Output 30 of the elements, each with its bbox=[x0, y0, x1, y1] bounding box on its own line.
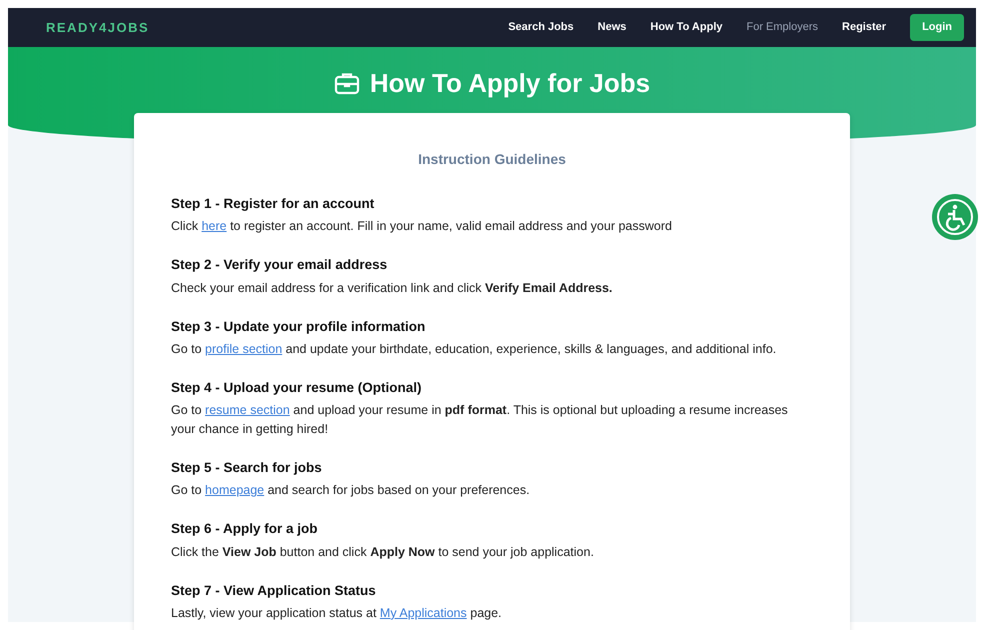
text-link[interactable]: profile section bbox=[205, 342, 282, 356]
step-description: Go to profile section and update your birthdate, education, experience, skills & languages, and additional info. bbox=[171, 340, 778, 358]
step-title: Step 1 - Register for an account bbox=[171, 195, 376, 213]
card-heading: Instruction Guidelines bbox=[417, 150, 567, 169]
step-title: Step 3 - Update your profile information bbox=[171, 318, 426, 336]
step-title: Step 6 - Apply for a job bbox=[171, 520, 319, 538]
nav-link[interactable]: How To Apply bbox=[650, 19, 722, 36]
step-title: Step 2 - Verify your email address bbox=[171, 256, 388, 274]
step-description: Click here to register an account. Fill in your name, valid email address and your password bbox=[171, 218, 673, 236]
step-description: Check your email address for a verification link and click Verify Email Address. bbox=[171, 280, 614, 297]
text-link[interactable]: here bbox=[202, 219, 227, 234]
step-title: Step 7 - View Application Status bbox=[171, 582, 377, 600]
nav-link[interactable]: News bbox=[598, 19, 626, 36]
nav-link[interactable]: Search Jobs bbox=[508, 19, 574, 36]
step-title: Step 4 - Upload your resume (Optional) bbox=[171, 378, 423, 397]
page-title: How To Apply for Jobs bbox=[370, 66, 650, 100]
accessibility-button[interactable] bbox=[932, 194, 978, 240]
step-description: Lastly, view your application status at My Applications page. bbox=[171, 604, 503, 622]
text-link[interactable]: My Applications bbox=[380, 606, 467, 620]
text-link[interactable]: resume section bbox=[205, 403, 290, 417]
logo[interactable]: READY4JOBS bbox=[46, 18, 150, 38]
step-description: Go to resume section and upload your resume in pdf format. This is optional but uploading a resume increases your chance in getting hired! bbox=[171, 402, 789, 438]
step-title: Step 5 - Search for jobs bbox=[171, 459, 323, 477]
wheelchair-icon bbox=[935, 197, 975, 237]
step-description: Click the View Job button and click Apply Now to send your job application. bbox=[171, 544, 595, 561]
step-description: Go to homepage and search for jobs based on your preferences. bbox=[171, 482, 531, 500]
briefcase-icon bbox=[334, 71, 360, 95]
nav-link[interactable]: Register bbox=[842, 19, 886, 36]
nav-link[interactable]: For Employers bbox=[746, 19, 818, 36]
text-link[interactable]: homepage bbox=[205, 483, 264, 498]
